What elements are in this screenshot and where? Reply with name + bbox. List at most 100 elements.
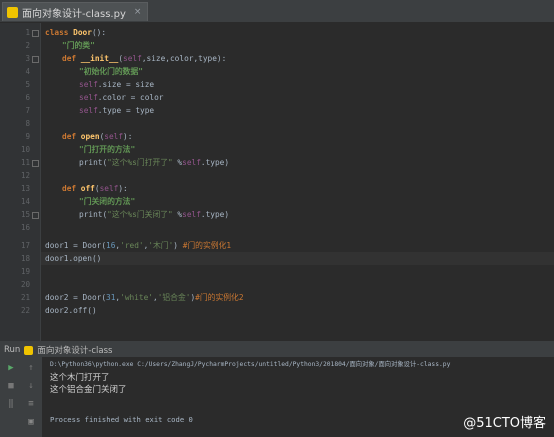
soft-wrap-icon[interactable]: ≡ [24, 397, 38, 411]
self-keyword: self [182, 158, 201, 167]
code-text: .color = color [97, 93, 164, 102]
self-keyword: self [79, 93, 98, 102]
code-line-15: print("这个%s门关闭了" %self.type) [79, 208, 229, 221]
run-console: ▶ ↑ ■ ↓ ‖ ≡ ▣ D:\Python36\python.exe C:/… [0, 357, 554, 437]
console-output-line: 这个木门打开了 [50, 373, 110, 383]
code-text: % [172, 210, 183, 219]
console-exit-message: Process finished with exit code 0 [50, 415, 193, 424]
code-line-6: self.color = color [79, 91, 164, 104]
code-text: (): [91, 28, 107, 37]
line-number: 17 [20, 241, 30, 250]
fold-marker-icon[interactable] [32, 212, 39, 219]
editor-tab-bar: 面向对象设计-class.py × [0, 0, 554, 23]
function-name: open [80, 132, 100, 141]
keyword: def [62, 184, 81, 193]
run-label[interactable]: Run [4, 345, 20, 355]
line-number: 22 [20, 306, 30, 315]
code-text: .type) [200, 158, 230, 167]
code-line-7: self.type = type [79, 104, 154, 117]
line-number: 6 [25, 93, 30, 102]
code-editor[interactable]: 1 2 3 4 5 6 7 8 9 10 11 12 13 14 15 16 1… [0, 23, 554, 341]
console-output-line: 这个铝合金门关闭了 [50, 385, 127, 395]
code-text: .size = size [97, 80, 155, 89]
code-text: door1.open() [45, 254, 102, 263]
pause-icon[interactable]: ‖ [4, 397, 18, 411]
code-line-5: self.size = size [79, 78, 154, 91]
keyword: def [62, 132, 81, 141]
code-line-9: def open(self): [62, 130, 132, 143]
code-line-1: class Door(): [45, 26, 106, 39]
python-file-icon [7, 6, 18, 18]
string-literal: "这个%s门打开了" [107, 158, 173, 167]
line-number: 14 [20, 197, 30, 206]
string-literal: '木门' [148, 241, 174, 250]
code-line-14: "门关闭的方法" [79, 195, 135, 208]
file-tab[interactable]: 面向对象设计-class.py × [2, 2, 149, 21]
self-keyword: self [104, 132, 124, 141]
line-number: 19 [20, 267, 30, 276]
run-config-name[interactable]: 面向对象设计-class [37, 344, 112, 356]
class-name: Door [73, 28, 92, 37]
string-literal: '铝合金' [157, 293, 191, 302]
code-text: print( [79, 210, 108, 219]
docstring: "门的类" [62, 41, 95, 50]
code-text: door1 = Door( [45, 241, 107, 250]
watermark: @51CTO博客 [463, 416, 546, 431]
python-config-icon [24, 345, 34, 355]
code-line-4: "初始化门的数据" [79, 65, 143, 78]
fold-marker-icon[interactable] [32, 30, 39, 37]
down-arrow-icon[interactable]: ↓ [24, 379, 38, 393]
fold-marker-icon[interactable] [32, 56, 39, 63]
code-line-21: door2 = Door(31,'white','铝合金')#门的实例化2 [45, 291, 244, 304]
line-number: 9 [25, 132, 30, 141]
line-number: 2 [25, 41, 30, 50]
code-line-2: "门的类" [62, 39, 95, 52]
code-line-10: "门打开的方法" [79, 143, 135, 156]
number-literal: 16 [106, 241, 116, 250]
code-text: ): [123, 132, 133, 141]
string-literal: "这个%s门关闭了" [107, 210, 173, 219]
stop-icon[interactable]: ■ [4, 379, 18, 393]
line-number: 16 [20, 223, 30, 232]
keyword: class [45, 28, 74, 37]
docstring: "门打开的方法" [79, 145, 136, 154]
keyword: def [62, 54, 81, 63]
current-line-highlight [41, 252, 554, 265]
line-number: 8 [25, 119, 30, 128]
up-arrow-icon[interactable]: ↑ [24, 361, 38, 375]
self-keyword: self [123, 54, 142, 63]
code-line-17: door1 = Door(16,'red','木门') #门的实例化1 [45, 239, 231, 252]
code-text: .type) [200, 210, 230, 219]
code-text: print( [79, 158, 108, 167]
function-name: off [80, 184, 95, 193]
line-number: 21 [20, 293, 30, 302]
run-toolbar: Run 面向对象设计-class [0, 343, 554, 357]
comment: #门的实例化2 [195, 293, 244, 302]
line-number: 5 [25, 80, 30, 89]
self-keyword: self [182, 210, 201, 219]
close-tab-icon[interactable]: × [134, 7, 142, 17]
self-keyword: self [79, 106, 98, 115]
function-name: __init__ [80, 54, 119, 63]
code-text: ): [118, 184, 128, 193]
line-number: 4 [25, 67, 30, 76]
line-number: 10 [20, 145, 30, 154]
self-keyword: self [79, 80, 98, 89]
code-text: door2.off() [45, 306, 97, 315]
line-number: 12 [20, 171, 30, 180]
line-number: 7 [25, 106, 30, 115]
code-line-11: print("这个%s门打开了" %self.type) [79, 156, 229, 169]
code-line-13: def off(self): [62, 182, 128, 195]
file-tab-label: 面向对象设计-class.py [22, 8, 126, 20]
code-line-22: door2.off() [45, 304, 97, 317]
docstring: "初始化门的数据" [79, 67, 143, 76]
run-tool-strip: ▶ ↑ ■ ↓ ‖ ≡ ▣ [0, 357, 42, 437]
console-command-line: D:\Python36\python.exe C:/Users/ZhangJ/P… [50, 361, 451, 368]
string-literal: 'white' [120, 293, 153, 302]
docstring: "门关闭的方法" [79, 197, 136, 206]
rerun-icon[interactable]: ▶ [4, 361, 18, 375]
line-number: 13 [20, 184, 30, 193]
code-line-3: def __init__(self,size,color,type): [62, 52, 226, 65]
fold-marker-icon[interactable] [32, 160, 39, 167]
print-icon[interactable]: ▣ [24, 415, 38, 429]
